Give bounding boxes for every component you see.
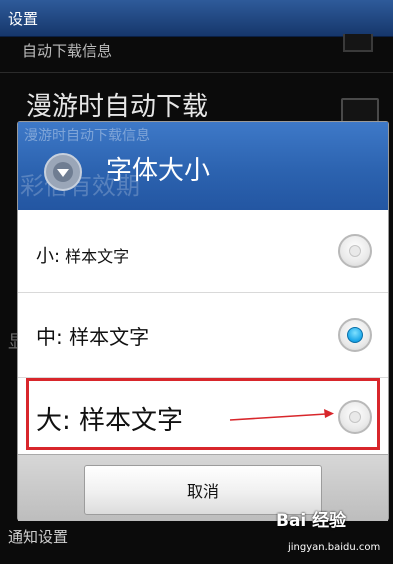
dialog-header-ghost-text: 漫游时自动下载信息 (24, 128, 150, 144)
settings-title: 设置 (8, 10, 39, 28)
settings-item-auto-download[interactable]: 自动下载信息 (22, 40, 393, 61)
dropdown-circle-icon (44, 153, 82, 191)
settings-section-notifications: 通知设置 (8, 528, 69, 546)
radio-small[interactable] (338, 234, 372, 268)
option-prefix-large: 大: (36, 406, 71, 436)
option-sample-large: 样本文字 (79, 406, 184, 436)
option-prefix-small: 小: (36, 246, 61, 267)
watermark-url: jingyan.baidu.com (288, 542, 381, 553)
baidu-jingyan-watermark: Bai 经验 jingyan.baidu.com (276, 506, 390, 562)
option-sample-medium: 样本文字 (69, 325, 150, 349)
font-size-option-small[interactable]: 小: 样本文字 (18, 210, 388, 292)
settings-titlebar: 设置 (0, 0, 393, 37)
settings-divider (0, 72, 393, 73)
option-label-small: 小: 样本文字 (36, 242, 129, 268)
option-sample-small: 样本文字 (65, 247, 130, 266)
dialog-header: 漫游时自动下载信息 彩信有效期 字体大小 (18, 122, 388, 210)
settings-item-roaming-download[interactable]: 漫游时自动下载 (26, 86, 393, 123)
radio-large[interactable] (338, 400, 372, 434)
watermark-brand: Bai 经验 (276, 511, 347, 531)
option-label-large: 大: 样本文字 (36, 400, 183, 437)
dialog-title: 字体大小 (106, 156, 211, 186)
annotation-arrow-icon (229, 409, 334, 421)
option-prefix-medium: 中: (36, 325, 63, 349)
radio-dot (349, 411, 361, 423)
radio-dot-selected (347, 327, 363, 343)
option-label-medium: 中: 样本文字 (36, 321, 149, 350)
radio-dot (349, 245, 361, 257)
font-size-dialog: 漫游时自动下载信息 彩信有效期 字体大小 小: 样本文字 中: 样本文字 大: … (18, 122, 388, 521)
font-size-option-medium[interactable]: 中: 样本文字 (18, 293, 388, 377)
radio-medium[interactable] (338, 318, 372, 352)
